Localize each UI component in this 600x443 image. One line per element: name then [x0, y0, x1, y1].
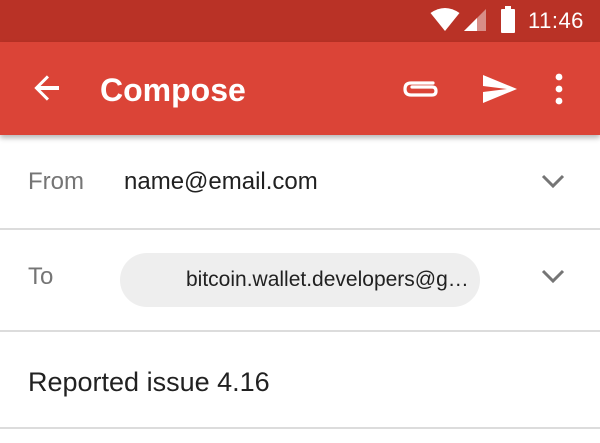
- status-time: 11:46: [528, 8, 584, 33]
- page-title: Compose: [100, 72, 246, 108]
- wifi-icon: [430, 8, 460, 31]
- from-row[interactable]: From name@email.com: [0, 135, 600, 228]
- divider: [0, 330, 600, 332]
- cell-signal-icon: [464, 9, 486, 31]
- app-bar: Compose: [0, 42, 600, 135]
- from-label: From: [28, 168, 84, 195]
- from-field[interactable]: name@email.com: [124, 167, 318, 197]
- divider: [0, 427, 600, 429]
- subject-field[interactable]: Reported issue 4.16: [28, 366, 270, 398]
- to-label: To: [28, 263, 54, 290]
- send-icon[interactable]: [482, 74, 518, 104]
- chevron-down-icon[interactable]: [541, 173, 565, 189]
- status-bar: 11:46: [0, 0, 600, 42]
- more-vert-icon[interactable]: [553, 72, 565, 106]
- attach-icon[interactable]: [402, 76, 440, 102]
- recipient-chip[interactable]: bitcoin.wallet.developers@gmail.com: [120, 253, 480, 307]
- chevron-down-icon[interactable]: [541, 268, 565, 284]
- battery-icon: [501, 6, 515, 33]
- recipient-chip-label: bitcoin.wallet.developers@gmail.com: [186, 268, 471, 291]
- back-arrow-icon[interactable]: [31, 72, 63, 104]
